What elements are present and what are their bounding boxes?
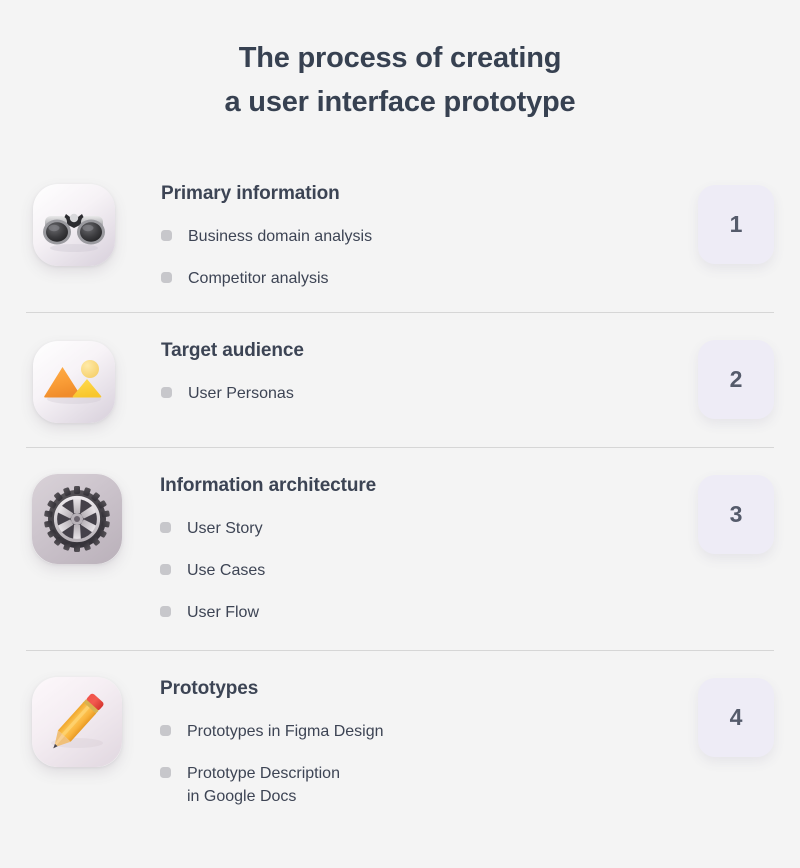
step-number-badge: 1 — [698, 185, 774, 264]
bullet-dot-icon — [161, 387, 172, 398]
mountains-image-icon — [33, 341, 115, 423]
list-item[interactable]: Business domain analysis — [161, 225, 698, 248]
step-body: Information architecture User Story Use … — [122, 470, 698, 624]
bullet-dot-icon — [160, 606, 171, 617]
list-item[interactable]: Competitor analysis — [161, 267, 698, 290]
step-item-target-audience[interactable]: Target audience User Personas 2 — [0, 313, 800, 447]
step-body: Primary information Business domain anal… — [115, 178, 698, 290]
step-heading: Primary information — [161, 183, 340, 204]
bullet-label: User Flow — [187, 604, 260, 621]
bullet-label: User Personas — [188, 385, 294, 402]
list-item[interactable]: User Flow — [160, 601, 698, 624]
step-item-information-architecture[interactable]: Information architecture User Story Use … — [0, 448, 800, 650]
bullet-label: User Story — [187, 520, 263, 537]
process-infographic: The process of creating a user interface… — [0, 0, 800, 868]
bullet-dot-icon — [161, 230, 172, 241]
step-heading: Prototypes — [160, 678, 259, 699]
bullet-label: Business domain analysis — [188, 228, 373, 245]
list-item[interactable]: User Story — [160, 517, 698, 540]
bullet-dot-icon — [160, 564, 171, 575]
step-heading: Target audience — [161, 340, 304, 361]
list-item[interactable]: Use Cases — [160, 559, 698, 582]
step-number-badge: 4 — [698, 678, 774, 757]
page-title-line-2: a user interface prototype — [224, 86, 576, 118]
step-bullets: Business domain analysis Competitor anal… — [161, 225, 698, 290]
step-number-badge: 2 — [698, 340, 774, 419]
binoculars-icon — [33, 184, 115, 266]
bullet-label: Prototypes in Figma Design — [187, 723, 384, 740]
step-bullets: User Personas — [161, 382, 698, 405]
step-number-badge: 3 — [698, 475, 774, 554]
bullet-dot-icon — [161, 272, 172, 283]
bullet-dot-icon — [160, 725, 171, 736]
bullet-label: Use Cases — [187, 562, 266, 579]
bullet-label: Competitor analysis — [188, 270, 329, 287]
step-body: Prototypes Prototypes in Figma Design Pr… — [122, 673, 698, 808]
steps-list: Primary information Business domain anal… — [0, 158, 800, 834]
step-item-primary-information[interactable]: Primary information Business domain anal… — [0, 158, 800, 312]
step-heading: Information architecture — [160, 475, 377, 496]
page-title: The process of creating a user interface… — [0, 0, 800, 124]
gear-icon — [32, 474, 122, 564]
step-bullets: User Story Use Cases User Flow — [160, 517, 698, 624]
bullet-dot-icon — [160, 522, 171, 533]
bullet-dot-icon — [160, 767, 171, 778]
pencil-icon — [32, 677, 122, 767]
step-body: Target audience User Personas — [115, 335, 698, 405]
bullet-label: Prototype Description in Google Docs — [187, 765, 340, 805]
page-title-line-1: The process of creating — [238, 42, 562, 74]
list-item[interactable]: Prototypes in Figma Design — [160, 720, 698, 743]
step-item-prototypes[interactable]: Prototypes Prototypes in Figma Design Pr… — [0, 651, 800, 834]
list-item[interactable]: User Personas — [161, 382, 698, 405]
step-bullets: Prototypes in Figma Design Prototype Des… — [160, 720, 698, 808]
list-item[interactable]: Prototype Description in Google Docs — [160, 762, 698, 808]
